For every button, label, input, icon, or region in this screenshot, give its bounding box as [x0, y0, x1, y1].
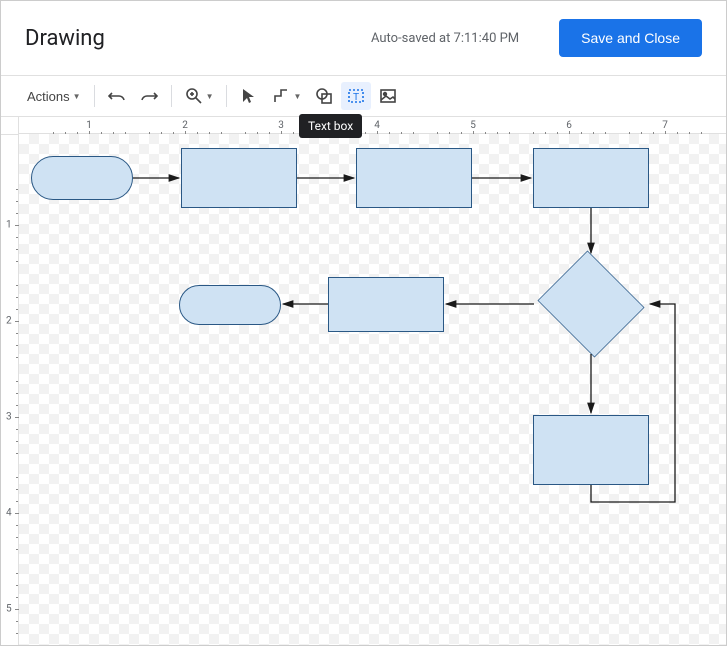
horizontal-ruler: 1234567 [1, 116, 726, 134]
drawing-canvas[interactable] [19, 134, 726, 645]
dialog-header: Drawing Auto-saved at 7:11:40 PM Save an… [1, 1, 726, 76]
actions-label: Actions [27, 89, 70, 104]
workspace: 12345 [1, 134, 726, 645]
chevron-down-icon: ▼ [206, 92, 214, 101]
text-box-tool-button[interactable]: T [341, 82, 371, 110]
zoom-button[interactable]: ▼ [179, 82, 220, 110]
cursor-icon [240, 87, 258, 105]
flowchart-process-shape[interactable] [356, 148, 472, 208]
redo-button[interactable] [134, 82, 164, 110]
undo-button[interactable] [102, 82, 132, 110]
save-and-close-button[interactable]: Save and Close [559, 19, 702, 57]
ruler-corner [1, 117, 19, 135]
separator [94, 85, 95, 107]
vertical-ruler: 12345 [1, 134, 19, 645]
separator [226, 85, 227, 107]
flowchart-process-shape[interactable] [533, 415, 649, 485]
line-tool-button[interactable]: ▼ [266, 82, 307, 110]
flowchart-process-shape[interactable] [181, 148, 297, 208]
flowchart-process-shape[interactable] [533, 148, 649, 208]
toolbar: Actions ▼ ▼ ▼ T [1, 76, 726, 116]
undo-icon [108, 87, 126, 105]
flowchart-start-shape[interactable] [31, 156, 133, 200]
zoom-icon [185, 87, 203, 105]
separator [171, 85, 172, 107]
autosave-status: Auto-saved at 7:11:40 PM [371, 31, 519, 46]
text-box-icon: T [347, 87, 365, 105]
chevron-down-icon: ▼ [293, 92, 301, 101]
image-tool-button[interactable] [373, 82, 403, 110]
line-icon [272, 87, 290, 105]
select-tool-button[interactable] [234, 82, 264, 110]
image-icon [379, 87, 397, 105]
shape-tool-button[interactable] [309, 82, 339, 110]
chevron-down-icon: ▼ [73, 92, 81, 101]
drawing-dialog: Drawing Auto-saved at 7:11:40 PM Save an… [0, 0, 727, 646]
flowchart-process-shape[interactable] [328, 277, 444, 332]
actions-menu-button[interactable]: Actions ▼ [21, 84, 87, 109]
flowchart-decision-shape[interactable] [534, 254, 648, 354]
connector-layer [19, 134, 726, 645]
redo-icon [140, 87, 158, 105]
shape-icon [315, 87, 333, 105]
tooltip: Text box [299, 114, 362, 138]
flowchart-end-shape[interactable] [179, 285, 281, 325]
svg-text:T: T [353, 92, 359, 103]
dialog-title: Drawing [25, 26, 105, 51]
